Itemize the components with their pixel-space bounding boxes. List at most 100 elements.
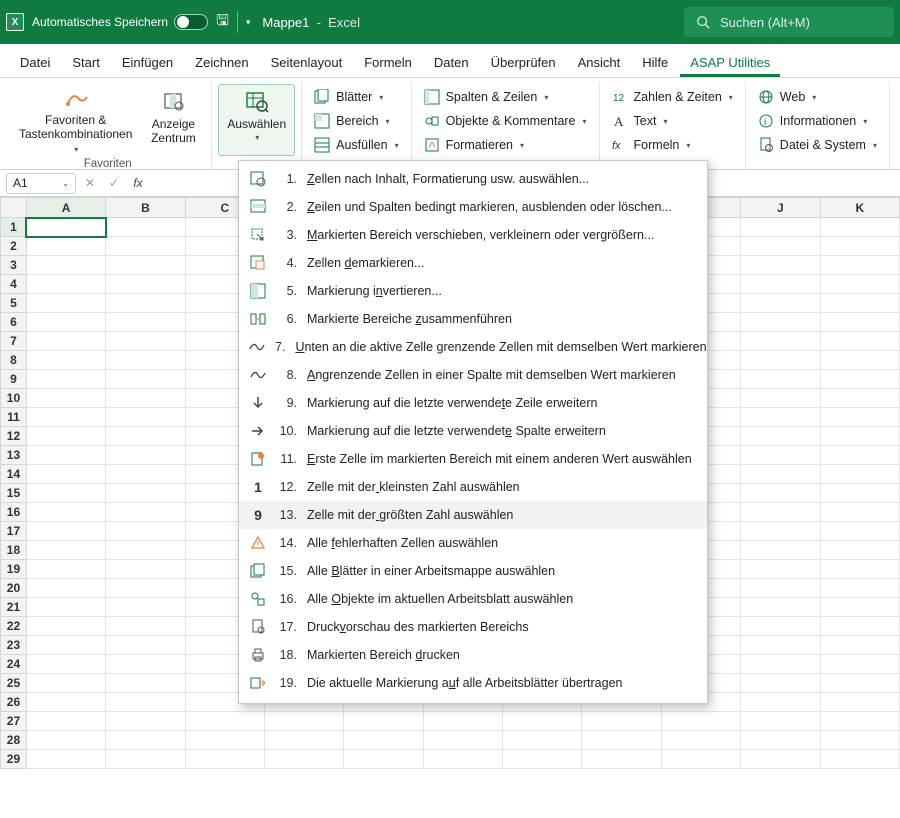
cell[interactable] [741, 256, 820, 275]
cell[interactable] [185, 750, 264, 769]
cell[interactable] [106, 218, 185, 237]
row-header[interactable]: 21 [1, 598, 27, 617]
cell[interactable] [106, 389, 185, 408]
cell[interactable] [106, 522, 185, 541]
cell[interactable] [26, 712, 105, 731]
cell[interactable] [582, 750, 661, 769]
cell[interactable] [582, 712, 661, 731]
row-header[interactable]: 7 [1, 332, 27, 351]
row-header[interactable]: 20 [1, 579, 27, 598]
cell[interactable] [423, 712, 502, 731]
cell[interactable] [106, 579, 185, 598]
cell[interactable] [820, 484, 899, 503]
cell[interactable] [741, 389, 820, 408]
cell[interactable] [741, 484, 820, 503]
ribbon-text-button[interactable]: AText ▾ [606, 110, 739, 132]
cell[interactable] [741, 313, 820, 332]
row-header[interactable]: 1 [1, 218, 27, 237]
row-header[interactable]: 25 [1, 674, 27, 693]
cell[interactable] [106, 503, 185, 522]
cell[interactable] [106, 446, 185, 465]
cell[interactable] [26, 218, 105, 237]
row-header[interactable]: 12 [1, 427, 27, 446]
ribbon-formatieren-button[interactable]: Formatieren ▾ [418, 134, 593, 156]
cell[interactable] [820, 256, 899, 275]
cell[interactable] [26, 351, 105, 370]
row-header[interactable]: 28 [1, 731, 27, 750]
cell[interactable] [820, 655, 899, 674]
qat-overflow-icon[interactable]: ▾ [246, 17, 251, 28]
cell[interactable] [26, 693, 105, 712]
cell[interactable] [741, 465, 820, 484]
cell[interactable] [26, 655, 105, 674]
cell[interactable] [26, 408, 105, 427]
ribbon-zahlen-zeiten-button[interactable]: 12Zahlen & Zeiten ▾ [606, 86, 739, 108]
cell[interactable] [820, 370, 899, 389]
cell[interactable] [820, 712, 899, 731]
ribbon-bereich-button[interactable]: Bereich ▾ [308, 110, 404, 132]
cell[interactable] [26, 636, 105, 655]
cell[interactable] [106, 351, 185, 370]
cell[interactable] [820, 598, 899, 617]
cell[interactable] [741, 674, 820, 693]
cell[interactable] [741, 503, 820, 522]
cell[interactable] [344, 731, 423, 750]
cell[interactable] [26, 674, 105, 693]
select-all-corner[interactable] [1, 198, 27, 218]
cell[interactable] [26, 313, 105, 332]
cell[interactable] [820, 503, 899, 522]
cell[interactable] [741, 522, 820, 541]
ribbon-ausf-llen-button[interactable]: Ausfüllen ▾ [308, 134, 404, 156]
cell[interactable] [820, 446, 899, 465]
cell[interactable] [26, 294, 105, 313]
menu-item-4[interactable]: 4.Zellen demarkieren... [239, 249, 707, 277]
menu-item-8[interactable]: 8.Angrenzende Zellen in einer Spalte mit… [239, 361, 707, 389]
ribbon-informationen-button[interactable]: iInformationen ▾ [752, 110, 883, 132]
cell[interactable] [661, 731, 740, 750]
cell[interactable] [106, 674, 185, 693]
cell[interactable] [820, 427, 899, 446]
cell[interactable] [820, 408, 899, 427]
cell[interactable] [741, 617, 820, 636]
menu-item-13[interactable]: 913.Zelle mit der größten Zahl auswählen [239, 501, 707, 529]
row-header[interactable]: 14 [1, 465, 27, 484]
cancel-formula-icon[interactable]: ✕ [80, 176, 100, 190]
menu-item-1[interactable]: 1.Zellen nach Inhalt, Formatierung usw. … [239, 165, 707, 193]
cell[interactable] [741, 370, 820, 389]
favorites-button[interactable]: Favoriten &Tastenkombinationen ▾ [10, 84, 141, 156]
cell[interactable] [106, 427, 185, 446]
cell[interactable] [26, 484, 105, 503]
cell[interactable] [265, 750, 344, 769]
cell[interactable] [106, 636, 185, 655]
cell[interactable] [741, 750, 820, 769]
cell[interactable] [185, 712, 264, 731]
cell[interactable] [820, 275, 899, 294]
cell[interactable] [265, 712, 344, 731]
cell[interactable] [820, 579, 899, 598]
ribbon-tab-zeichnen[interactable]: Zeichnen [185, 47, 258, 77]
cell[interactable] [344, 712, 423, 731]
cell[interactable] [26, 541, 105, 560]
name-box[interactable]: A1 ⌄ [6, 173, 76, 194]
cell[interactable] [820, 693, 899, 712]
chevron-down-icon[interactable]: ⌄ [62, 179, 69, 188]
cell[interactable] [106, 465, 185, 484]
cell[interactable] [741, 408, 820, 427]
cell[interactable] [741, 541, 820, 560]
cell[interactable] [26, 389, 105, 408]
ribbon-tab-daten[interactable]: Daten [424, 47, 479, 77]
cell[interactable] [106, 598, 185, 617]
menu-item-3[interactable]: 3.Markierten Bereich verschieben, verkle… [239, 221, 707, 249]
menu-item-7[interactable]: 7.Unten an die aktive Zelle grenzende Ze… [239, 333, 707, 361]
row-header[interactable]: 11 [1, 408, 27, 427]
cell[interactable] [741, 693, 820, 712]
row-header[interactable]: 23 [1, 636, 27, 655]
column-header[interactable]: A [26, 198, 105, 218]
cell[interactable] [106, 332, 185, 351]
cell[interactable] [26, 446, 105, 465]
ribbon-tab-einfügen[interactable]: Einfügen [112, 47, 183, 77]
row-header[interactable]: 8 [1, 351, 27, 370]
cell[interactable] [106, 294, 185, 313]
row-header[interactable]: 13 [1, 446, 27, 465]
cell[interactable] [26, 579, 105, 598]
